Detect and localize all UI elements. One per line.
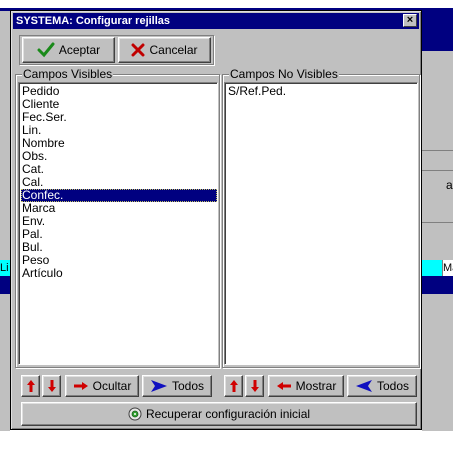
background-row-selected bbox=[422, 276, 453, 294]
restore-defaults-button[interactable]: Recuperar configuración inicial bbox=[21, 402, 417, 426]
background-row-selected bbox=[0, 276, 10, 294]
arrow-down-icon bbox=[250, 379, 260, 393]
background-cell-a: a bbox=[446, 178, 453, 192]
hidden-fields-list[interactable]: S/Ref.Ped. bbox=[224, 82, 418, 365]
double-arrow-right-icon bbox=[150, 379, 168, 393]
background-panel-left bbox=[0, 11, 10, 431]
show-all-button[interactable]: Todos bbox=[347, 375, 417, 397]
visible_fields-list-item[interactable]: Cat. bbox=[21, 163, 217, 176]
dialog-titlebar: SYSTEMA: Configurar rejillas × bbox=[13, 13, 419, 29]
hidden_fields-list-item[interactable]: S/Ref.Ped. bbox=[227, 85, 417, 98]
hide-field-button[interactable]: Ocultar bbox=[65, 375, 139, 397]
arrow-right-icon bbox=[73, 381, 89, 391]
arrow-down-icon bbox=[47, 379, 57, 393]
visible-fields-list[interactable]: Pedido Cliente Fec.Ser. Lin. Nombre Obs. Cat. C… bbox=[18, 82, 218, 365]
visible_fields-list-item[interactable]: Artículo bbox=[21, 267, 217, 280]
background-divider bbox=[422, 222, 453, 223]
background-cyan-cell bbox=[422, 260, 442, 276]
background-divider bbox=[422, 150, 453, 151]
background-divider bbox=[422, 170, 453, 171]
restore-defaults-label: Recuperar configuración inicial bbox=[145, 407, 311, 421]
accept-button[interactable]: Aceptar bbox=[22, 37, 115, 63]
background-cell-li: Li bbox=[0, 260, 10, 276]
background-titlebar bbox=[422, 11, 453, 51]
visible_fields-list-item[interactable]: Env. bbox=[21, 215, 217, 228]
configure-grids-dialog: SYSTEMA: Configurar rejillas × Aceptar C… bbox=[10, 10, 422, 430]
visible_fields-list-item[interactable]: Nombre bbox=[21, 137, 217, 150]
visible_fields-list-item[interactable]: Pal. bbox=[21, 228, 217, 241]
hidden-move-up-button[interactable] bbox=[224, 375, 243, 397]
show-field-button[interactable]: Mostrar bbox=[268, 375, 344, 397]
cancel-button[interactable]: Cancelar bbox=[118, 37, 211, 63]
visible_fields-list-item[interactable]: Bul. bbox=[21, 241, 217, 254]
cancel-label: Cancelar bbox=[149, 43, 198, 57]
visible_fields-list-item[interactable]: Fec.Ser. bbox=[21, 111, 217, 124]
hidden-fields-title: Campos No Visibles bbox=[229, 67, 339, 81]
visible-fields-title: Campos Visibles bbox=[22, 67, 114, 81]
dialog-title: SYSTEMA: Configurar rejillas bbox=[16, 15, 171, 27]
hidden-move-down-button[interactable] bbox=[245, 375, 264, 397]
check-icon bbox=[37, 42, 55, 58]
show-all-label: Todos bbox=[376, 379, 410, 393]
hide-field-label: Ocultar bbox=[92, 379, 132, 393]
close-button[interactable]: × bbox=[403, 14, 417, 27]
background-cell-ma: Ma bbox=[442, 260, 453, 276]
cancel-x-icon bbox=[131, 43, 145, 57]
double-arrow-left-icon bbox=[355, 379, 373, 393]
restore-disc-icon bbox=[128, 407, 142, 421]
move-up-button[interactable] bbox=[21, 375, 40, 397]
move-down-button[interactable] bbox=[42, 375, 61, 397]
background-panel-right bbox=[422, 51, 453, 431]
arrow-up-icon bbox=[26, 379, 36, 393]
show-field-label: Mostrar bbox=[295, 379, 337, 393]
hide-all-button[interactable]: Todos bbox=[142, 375, 212, 397]
arrow-left-icon bbox=[276, 381, 292, 391]
hide-all-label: Todos bbox=[171, 379, 205, 393]
arrow-up-icon bbox=[229, 379, 239, 393]
accept-label: Aceptar bbox=[58, 43, 101, 57]
visible_fields-list-item[interactable]: Marca bbox=[21, 202, 217, 215]
visible_fields-list-item[interactable]: Obs. bbox=[21, 150, 217, 163]
